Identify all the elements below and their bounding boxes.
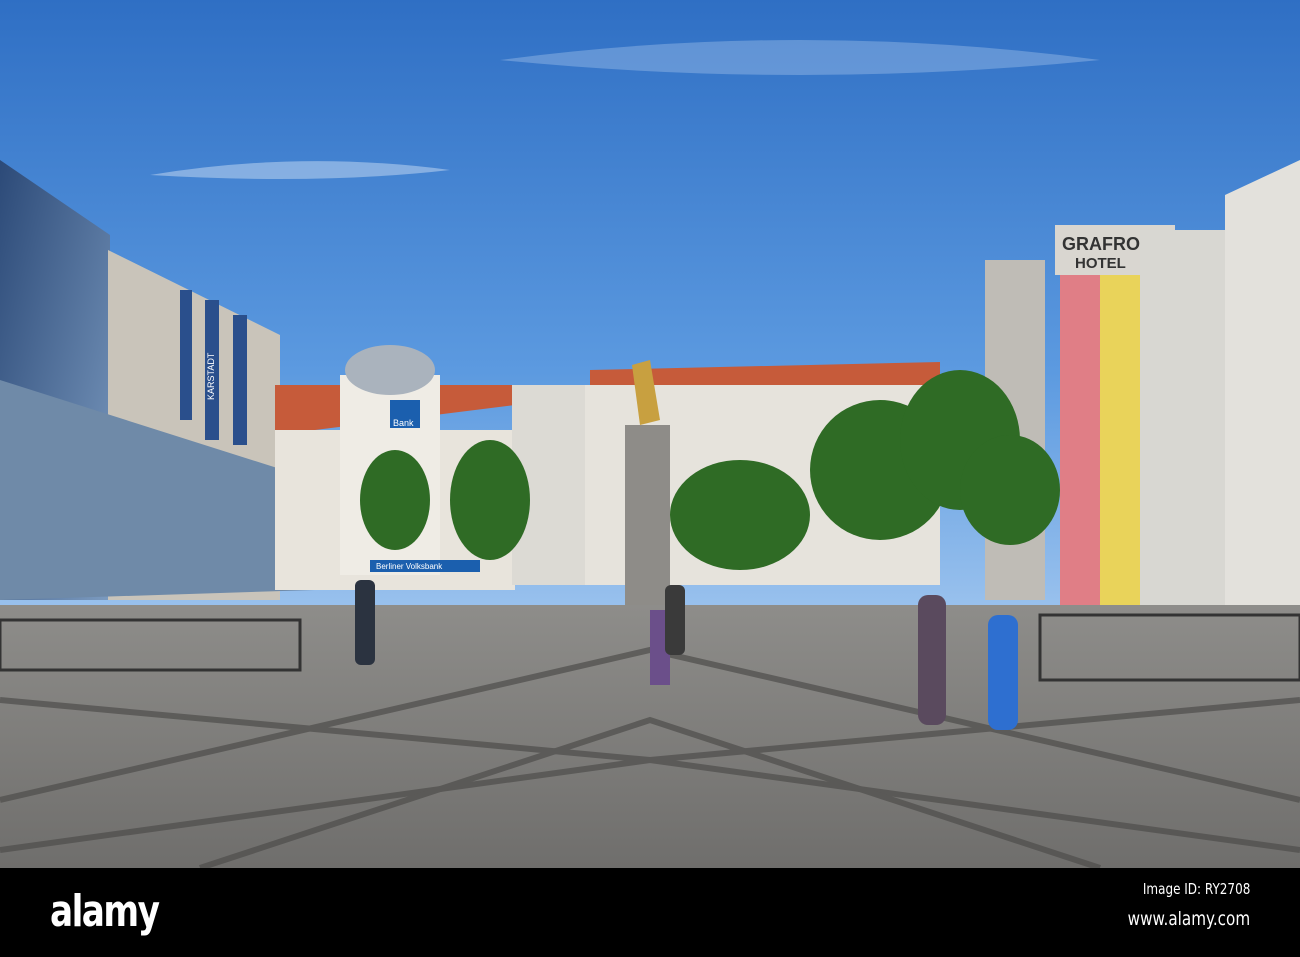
hotel-sign-bottom: HOTEL xyxy=(1075,255,1126,272)
store-sign: KARSTADT xyxy=(206,352,216,400)
alamy-logo: alamy xyxy=(50,886,160,937)
bank-name-sign: Berliner Volksbank xyxy=(376,562,443,571)
site-url: www.alamy.com xyxy=(1127,908,1250,930)
watermark-bar: alamy Image ID: RY2708 www.alamy.com xyxy=(0,868,1300,957)
image-id: Image ID: RY2708 xyxy=(1142,880,1250,898)
stock-photo: KARSTADT Bank Berliner Volksbank GRAFRO … xyxy=(0,0,1300,957)
bank-sign: Bank xyxy=(393,418,414,428)
city-square-photo: KARSTADT Bank Berliner Volksbank GRAFRO … xyxy=(0,0,1300,868)
hotel-sign-top: GRAFRO xyxy=(1062,234,1140,254)
